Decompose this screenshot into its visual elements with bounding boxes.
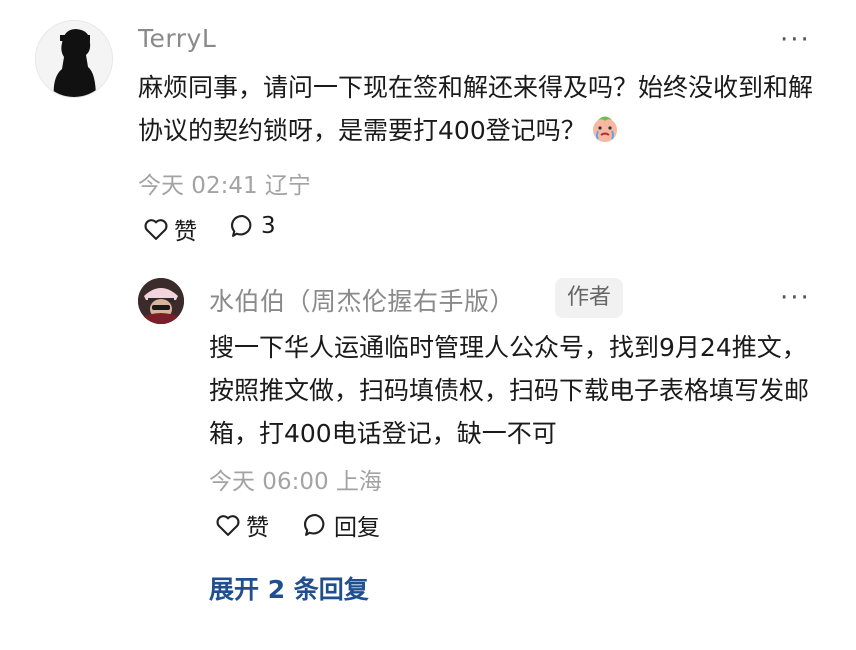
reply-more-options-icon[interactable]: ··· xyxy=(780,285,811,311)
expand-replies-link[interactable]: 展开 2 条回复 xyxy=(209,570,369,606)
reply-like-label: 赞 xyxy=(246,515,269,541)
comment-meta: 今天 02:41 辽宁 xyxy=(138,173,311,199)
heart-icon xyxy=(142,215,170,243)
reply-meta: 今天 06:00 上海 xyxy=(209,469,382,495)
speech-bubble-icon xyxy=(229,212,257,240)
reply-author-username[interactable]: 水伯伯（周杰伦握右手版） xyxy=(209,282,515,318)
reply-text: 搜一下华人运通临时管理人公众号，找到9月24推文，按照推文做，扫码填债权，扫码下… xyxy=(209,333,810,448)
comment-reply-count: 3 xyxy=(261,213,276,239)
reply-reply-label: 回复 xyxy=(334,515,380,541)
comment-text: 麻烦同事，请问一下现在签和解还来得及吗？始终没收到和解协议的契约锁呀，是需要打4… xyxy=(138,66,813,157)
heart-icon xyxy=(214,511,242,539)
reply-author-avatar[interactable] xyxy=(138,278,184,324)
reply-like-button[interactable]: 赞 xyxy=(214,508,269,542)
more-options-icon[interactable]: ··· xyxy=(780,27,811,53)
comment-like-button[interactable]: 赞 xyxy=(142,212,197,246)
reply-reply-button[interactable]: 回复 xyxy=(302,508,380,542)
crying-face-icon xyxy=(590,114,620,157)
commenter-avatar[interactable] xyxy=(35,20,113,98)
author-badge: 作者 xyxy=(555,278,624,318)
commenter-username[interactable]: TerryL xyxy=(138,24,216,53)
comment-text-body: 麻烦同事，请问一下现在签和解还来得及吗？始终没收到和解协议的契约锁呀，是需要打4… xyxy=(138,73,814,145)
comment-like-label: 赞 xyxy=(174,219,197,245)
speech-bubble-icon xyxy=(302,511,330,539)
comment-reply-count-button[interactable]: 3 xyxy=(229,212,276,240)
